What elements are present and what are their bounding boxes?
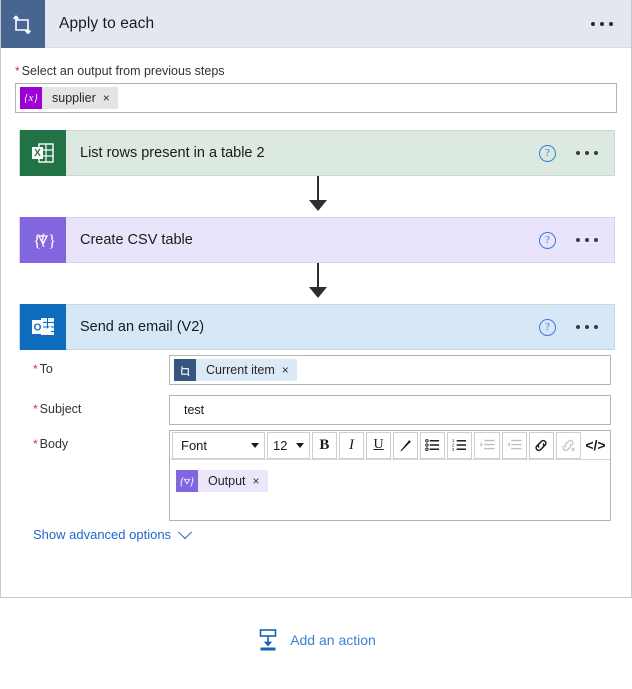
remove-current-item-token-button[interactable]: ×: [282, 364, 289, 376]
loop-icon: [1, 0, 45, 48]
font-size-select[interactable]: 12: [266, 431, 310, 459]
body-field-row: * Body Font 12 B I U 1 2 3 </> {} Outpu…: [19, 430, 611, 521]
action-title: List rows present in a table 2: [80, 145, 265, 161]
subject-input[interactable]: test: [169, 395, 611, 425]
help-icon[interactable]: ?: [539, 144, 556, 162]
code-view-button[interactable]: </>: [582, 431, 608, 459]
italic-button[interactable]: I: [338, 431, 365, 459]
select-output-label: * Select an output from previous steps: [15, 64, 225, 78]
subject-input-value: test: [184, 403, 205, 417]
to-input[interactable]: Current item ×: [169, 355, 611, 385]
current-item-token-icon: [174, 359, 196, 381]
svg-text:O: O: [33, 323, 41, 334]
text-highlight-button[interactable]: [393, 431, 419, 459]
body-content-area[interactable]: { } Output ×: [170, 460, 610, 520]
current-item-token[interactable]: Current item ×: [174, 359, 297, 381]
action-menu-button[interactable]: [576, 151, 598, 155]
connector-arrow-2: [309, 287, 327, 298]
font-family-select[interactable]: Font: [172, 431, 265, 459]
action-card-send-email[interactable]: O Send an email (V2) ?: [19, 304, 615, 350]
apply-to-each-scope-card: Apply to each * Select an output from pre…: [0, 0, 632, 598]
supplier-token-label: supplier: [52, 91, 96, 105]
flow-designer-canvas: Apply to each * Select an output from pre…: [0, 0, 632, 689]
font-family-value: Font: [181, 437, 208, 453]
chevron-down-icon: [295, 442, 304, 448]
excel-icon: X: [20, 130, 66, 176]
action-title: Send an email (V2): [80, 319, 205, 335]
body-rich-text-editor[interactable]: Font 12 B I U 1 2 3 </> {} Output ×: [169, 430, 611, 521]
svg-text:}: }: [48, 231, 56, 250]
svg-text:{: {: [33, 231, 41, 250]
svg-text:3: 3: [452, 447, 455, 452]
scope-header[interactable]: Apply to each: [1, 0, 631, 48]
to-field-row: * To Current item ×: [19, 355, 611, 385]
select-output-input[interactable]: {x} supplier ×: [15, 83, 617, 113]
data-operation-icon: { { }: [20, 217, 66, 263]
rich-text-toolbar: Font 12 B I U 1 2 3 </>: [170, 431, 610, 460]
action-card-create-csv[interactable]: { { } Create CSV table ?: [19, 217, 615, 263]
add-action-icon: [256, 628, 280, 652]
action-card-list-rows[interactable]: X List rows present in a table 2 ?: [19, 130, 615, 176]
output-token[interactable]: { } Output ×: [176, 470, 268, 492]
remove-supplier-token-button[interactable]: ×: [103, 92, 110, 104]
current-item-token-label: Current item: [206, 363, 275, 377]
expression-token-icon: {x}: [20, 87, 42, 109]
chevron-down-icon: [250, 442, 259, 448]
scope-menu-button[interactable]: [591, 21, 613, 26]
required-marker: *: [15, 64, 20, 78]
font-size-value: 12: [272, 437, 288, 453]
action-menu-button[interactable]: [576, 238, 598, 242]
action-menu-button[interactable]: [576, 325, 598, 329]
remove-output-token-button[interactable]: ×: [253, 475, 260, 487]
scope-title: Apply to each: [59, 14, 155, 32]
svg-text:X: X: [34, 148, 41, 159]
body-field-label: * Body: [33, 437, 69, 451]
bold-button[interactable]: B: [311, 431, 337, 459]
indent-increase-button: [474, 431, 500, 459]
add-an-action-button[interactable]: Add an action: [0, 628, 632, 652]
indent-decrease-button: [501, 431, 527, 459]
help-icon[interactable]: ?: [539, 231, 556, 249]
svg-text:{: {: [180, 477, 185, 488]
bulleted-list-button[interactable]: [420, 431, 446, 459]
numbered-list-button[interactable]: 1 2 3: [447, 431, 473, 459]
subject-field-label: * Subject: [33, 402, 82, 416]
svg-text:}: }: [190, 477, 195, 488]
chevron-down-icon: [177, 524, 193, 539]
help-icon[interactable]: ?: [539, 318, 556, 336]
add-an-action-label: Add an action: [290, 632, 376, 648]
insert-link-button[interactable]: [528, 431, 554, 459]
output-token-label: Output: [208, 474, 246, 488]
connector-arrow-1: [309, 200, 327, 211]
to-field-label: * To: [33, 362, 53, 376]
data-operation-token-icon: { }: [176, 470, 198, 492]
supplier-token[interactable]: {x} supplier ×: [20, 87, 118, 109]
remove-link-button: [555, 431, 581, 459]
outlook-icon: O: [20, 304, 66, 350]
action-title: Create CSV table: [80, 232, 193, 248]
show-advanced-options-link[interactable]: Show advanced options: [33, 524, 193, 542]
underline-button[interactable]: U: [366, 431, 392, 459]
subject-field-row: * Subject test: [19, 395, 611, 425]
show-advanced-options-label: Show advanced options: [33, 527, 172, 542]
